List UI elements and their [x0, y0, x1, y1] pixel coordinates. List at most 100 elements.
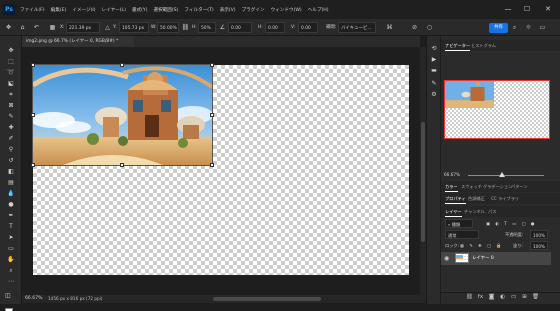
transform-handle[interactable]: [210, 113, 214, 117]
menu-layer[interactable]: レイヤー(L): [102, 7, 126, 13]
interpolation-select[interactable]: バイキュービ...: [338, 22, 376, 33]
menu-filter[interactable]: フィルター(T): [184, 7, 213, 13]
navigator-view-box[interactable]: [444, 80, 550, 139]
layer-thumbnail[interactable]: [455, 253, 469, 263]
layer-mask-icon[interactable]: ◙: [488, 294, 495, 301]
quick-mask-icon[interactable]: ◫: [5, 292, 16, 300]
brush-settings-icon[interactable]: ✎: [430, 80, 438, 87]
crop-tool-icon[interactable]: ⌗: [6, 90, 16, 99]
layer-name[interactable]: レイヤー 0: [472, 254, 494, 264]
navigator-zoom-knob[interactable]: [499, 172, 505, 177]
visibility-eye-icon[interactable]: ◉: [444, 253, 449, 264]
vskew-field[interactable]: 0.00: [298, 22, 318, 33]
status-zoom[interactable]: 66.67%: [25, 295, 43, 303]
fill-field[interactable]: 100%: [530, 241, 548, 250]
play-icon[interactable]: ▶: [430, 56, 438, 63]
frame-tool-icon[interactable]: ⊠: [6, 101, 16, 110]
path-select-tool-icon[interactable]: ➤: [6, 233, 16, 242]
commit-transform-icon[interactable]: ○: [425, 22, 434, 33]
tab-swatches[interactable]: スウォッチ: [461, 181, 482, 192]
new-layer-icon[interactable]: ⊞: [521, 294, 528, 301]
eraser-tool-icon[interactable]: ◧: [6, 167, 16, 176]
document-tab[interactable]: img2.png @ 66.7% (レイヤー 0, RGB/8#) *: [22, 36, 134, 47]
more-tools-icon[interactable]: ⋯: [6, 277, 16, 286]
menu-help[interactable]: ヘルプ(H): [308, 7, 329, 13]
tab-navigator[interactable]: ナビゲーター: [445, 40, 471, 51]
tab-paths[interactable]: パス: [488, 206, 496, 217]
learn-icon[interactable]: ☼: [524, 22, 533, 33]
clone-stamp-tool-icon[interactable]: ⚲: [6, 145, 16, 154]
adjustment-layer-icon[interactable]: ◐: [499, 294, 506, 301]
tab-gradients[interactable]: グラデーション: [483, 181, 512, 192]
pen-tool-icon[interactable]: ✒: [6, 211, 16, 220]
menu-image[interactable]: イメージ(I): [72, 7, 95, 13]
move-tool-icon[interactable]: ✥: [6, 46, 16, 55]
navigator-zoom[interactable]: 66.67%: [444, 172, 460, 177]
horizontal-scroll-thumb[interactable]: [213, 297, 321, 301]
tab-histogram[interactable]: ヒストグラム: [471, 40, 496, 51]
transform-bounding-box[interactable]: [32, 64, 213, 166]
layer-filter-icons[interactable]: ▣ ◐ T ▭ ▢ ●: [486, 219, 536, 228]
menu-type[interactable]: 書式(Y): [132, 7, 148, 13]
marquee-tool-icon[interactable]: ⬚: [6, 57, 16, 66]
minimize-button[interactable]: —: [500, 4, 516, 15]
link-layers-icon[interactable]: ⛓: [466, 294, 473, 301]
tab-layers[interactable]: レイヤー: [445, 206, 462, 217]
history-icon[interactable]: ⟲: [430, 45, 438, 52]
healing-brush-tool-icon[interactable]: ✚: [6, 123, 16, 132]
menu-file[interactable]: ファイル(F): [20, 7, 45, 13]
comment-icon[interactable]: ▬: [430, 67, 438, 74]
transform-handle[interactable]: [120, 163, 124, 167]
opacity-field[interactable]: 100%: [530, 230, 548, 239]
back-icon[interactable]: ↶: [32, 22, 41, 33]
close-window-button[interactable]: ✕: [540, 4, 556, 15]
layer-style-icon[interactable]: fx: [477, 294, 484, 301]
transform-handle[interactable]: [210, 163, 214, 167]
menu-edit[interactable]: 編集(E): [51, 7, 67, 13]
layer-kind-filter[interactable]: ⌕ 種類: [445, 219, 473, 228]
transform-handle[interactable]: [31, 63, 35, 67]
transform-handle[interactable]: [31, 113, 35, 117]
move-tool-icon[interactable]: ✥: [4, 22, 13, 33]
warp-icon[interactable]: ⌘: [385, 22, 394, 33]
gradient-tool-icon[interactable]: ▤: [6, 178, 16, 187]
maximize-button[interactable]: ☐: [519, 4, 535, 15]
transform-handle[interactable]: [31, 163, 35, 167]
y-field[interactable]: 105.73 px: [119, 22, 149, 33]
home-icon[interactable]: ⌂: [18, 22, 27, 33]
search-icon[interactable]: ⌕: [510, 22, 519, 33]
shape-tool-icon[interactable]: ▭: [6, 244, 16, 253]
adjust-icon[interactable]: ⚙: [430, 91, 438, 98]
vertical-scroll-thumb[interactable]: [421, 122, 425, 242]
tab-patterns[interactable]: パターン: [511, 181, 528, 192]
zoom-tool-icon[interactable]: ⌕: [6, 266, 16, 275]
menu-view[interactable]: 表示(V): [220, 7, 236, 13]
hand-tool-icon[interactable]: ✋: [6, 255, 16, 264]
menu-plugins[interactable]: プラグイン: [242, 7, 265, 13]
tab-properties[interactable]: プロパティ: [445, 193, 466, 204]
object-select-tool-icon[interactable]: ⬕: [6, 79, 16, 88]
blur-tool-icon[interactable]: 💧: [6, 189, 16, 198]
menu-window[interactable]: ウィンドウ(W): [271, 7, 302, 13]
group-icon[interactable]: ▭: [510, 294, 517, 301]
cancel-transform-icon[interactable]: ⊘: [410, 22, 419, 33]
navigator-zoom-slider[interactable]: [468, 175, 544, 176]
link-icon[interactable]: ⛓: [181, 22, 190, 33]
delete-layer-icon[interactable]: 🗑: [532, 294, 539, 301]
tab-channels[interactable]: チャンネル: [464, 206, 485, 217]
tab-adjustments[interactable]: 色調補正: [468, 193, 485, 204]
height-field[interactable]: 50%: [198, 22, 216, 33]
blend-mode-select[interactable]: 通常: [445, 230, 479, 239]
brush-tool-icon[interactable]: ✐: [6, 134, 16, 143]
reference-point-icon[interactable]: ▦: [48, 22, 57, 33]
history-brush-tool-icon[interactable]: ↺: [6, 156, 16, 165]
hskew-field[interactable]: 0.00: [265, 22, 285, 33]
width-field[interactable]: 50.00%: [157, 22, 179, 33]
eyedropper-tool-icon[interactable]: ✎: [6, 112, 16, 121]
x-field[interactable]: 221.39 px: [66, 22, 100, 33]
tab-color[interactable]: カラー: [445, 181, 458, 192]
lock-icons[interactable]: ▦ ✎ ✥ ▢ 🔒: [460, 241, 503, 250]
tab-libraries[interactable]: CC ライブラリ: [491, 193, 519, 204]
transform-handle[interactable]: [120, 63, 124, 67]
menu-select[interactable]: 選択範囲(S): [154, 7, 179, 13]
